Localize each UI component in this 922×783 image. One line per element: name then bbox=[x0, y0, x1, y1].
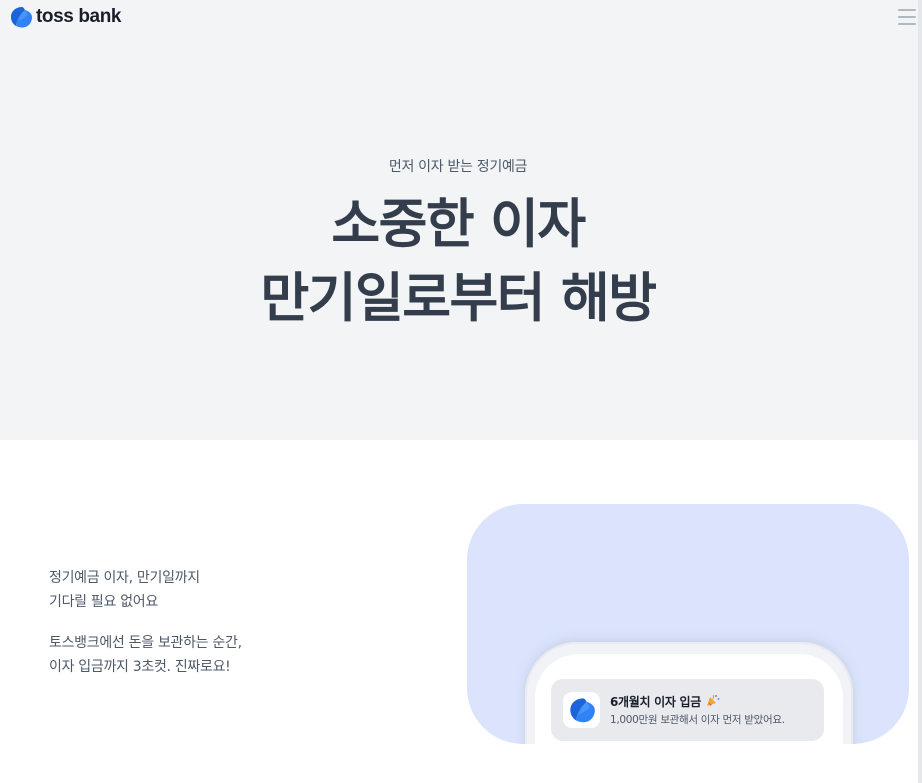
notification-title-text: 6개월치 이자 입금 bbox=[610, 695, 701, 709]
notification-title: 6개월치 이자 입금 bbox=[610, 693, 720, 710]
feature-description-2-line-2: 이자 입금까지 3초컷. 진짜로요! bbox=[49, 659, 231, 675]
hero-title-line-1: 소중한 이자 bbox=[331, 194, 586, 255]
hero-title: 소중한 이자 만기일로부터 해방 bbox=[0, 188, 916, 336]
notification-body: 1,000만원 보관해서 이자 먼저 받았어요. bbox=[610, 714, 785, 726]
logo-wordmark: toss bank bbox=[36, 6, 122, 27]
hero-section: 먼저 이자 받는 정기예금 소중한 이자 만기일로부터 해방 bbox=[0, 36, 922, 440]
toss-bank-logo-icon bbox=[569, 698, 595, 723]
deposit-notification: 6개월치 이자 입금 1,000만원 보관해서 이자 먼저 받았어요. bbox=[551, 679, 824, 741]
party-popper-icon bbox=[706, 694, 720, 706]
feature-description-1-line-1: 정기예금 이자, 만기일까지 bbox=[49, 570, 200, 586]
toss-bank-logo-icon bbox=[11, 7, 32, 28]
hero-eyebrow: 먼저 이자 받는 정기예금 bbox=[388, 159, 528, 175]
scrollbar[interactable] bbox=[918, 0, 922, 783]
toss-bank-logo[interactable]: toss bank bbox=[9, 6, 121, 28]
feature-description-1-line-2: 기다릴 필요 없어요 bbox=[49, 594, 158, 610]
feature-description-1: 정기예금 이자, 만기일까지 기다릴 필요 없어요 bbox=[49, 566, 200, 614]
notification-app-icon bbox=[563, 692, 600, 728]
hamburger-menu-icon[interactable] bbox=[898, 8, 916, 26]
feature-section: 정기예금 이자, 만기일까지 기다릴 필요 없어요 토스뱅크에선 돈을 보관하는… bbox=[0, 440, 918, 783]
hero-title-line-2: 만기일로부터 해방 bbox=[260, 268, 657, 329]
feature-description-2-line-1: 토스뱅크에선 돈을 보관하는 순간, bbox=[49, 635, 242, 651]
top-navigation-bar: toss bank bbox=[0, 0, 922, 36]
feature-visual-card: 6개월치 이자 입금 1,000만원 보관해서 이자 먼저 받았어요. bbox=[467, 504, 909, 744]
feature-description-2: 토스뱅크에선 돈을 보관하는 순간, 이자 입금까지 3초컷. 진짜로요! bbox=[49, 631, 242, 679]
